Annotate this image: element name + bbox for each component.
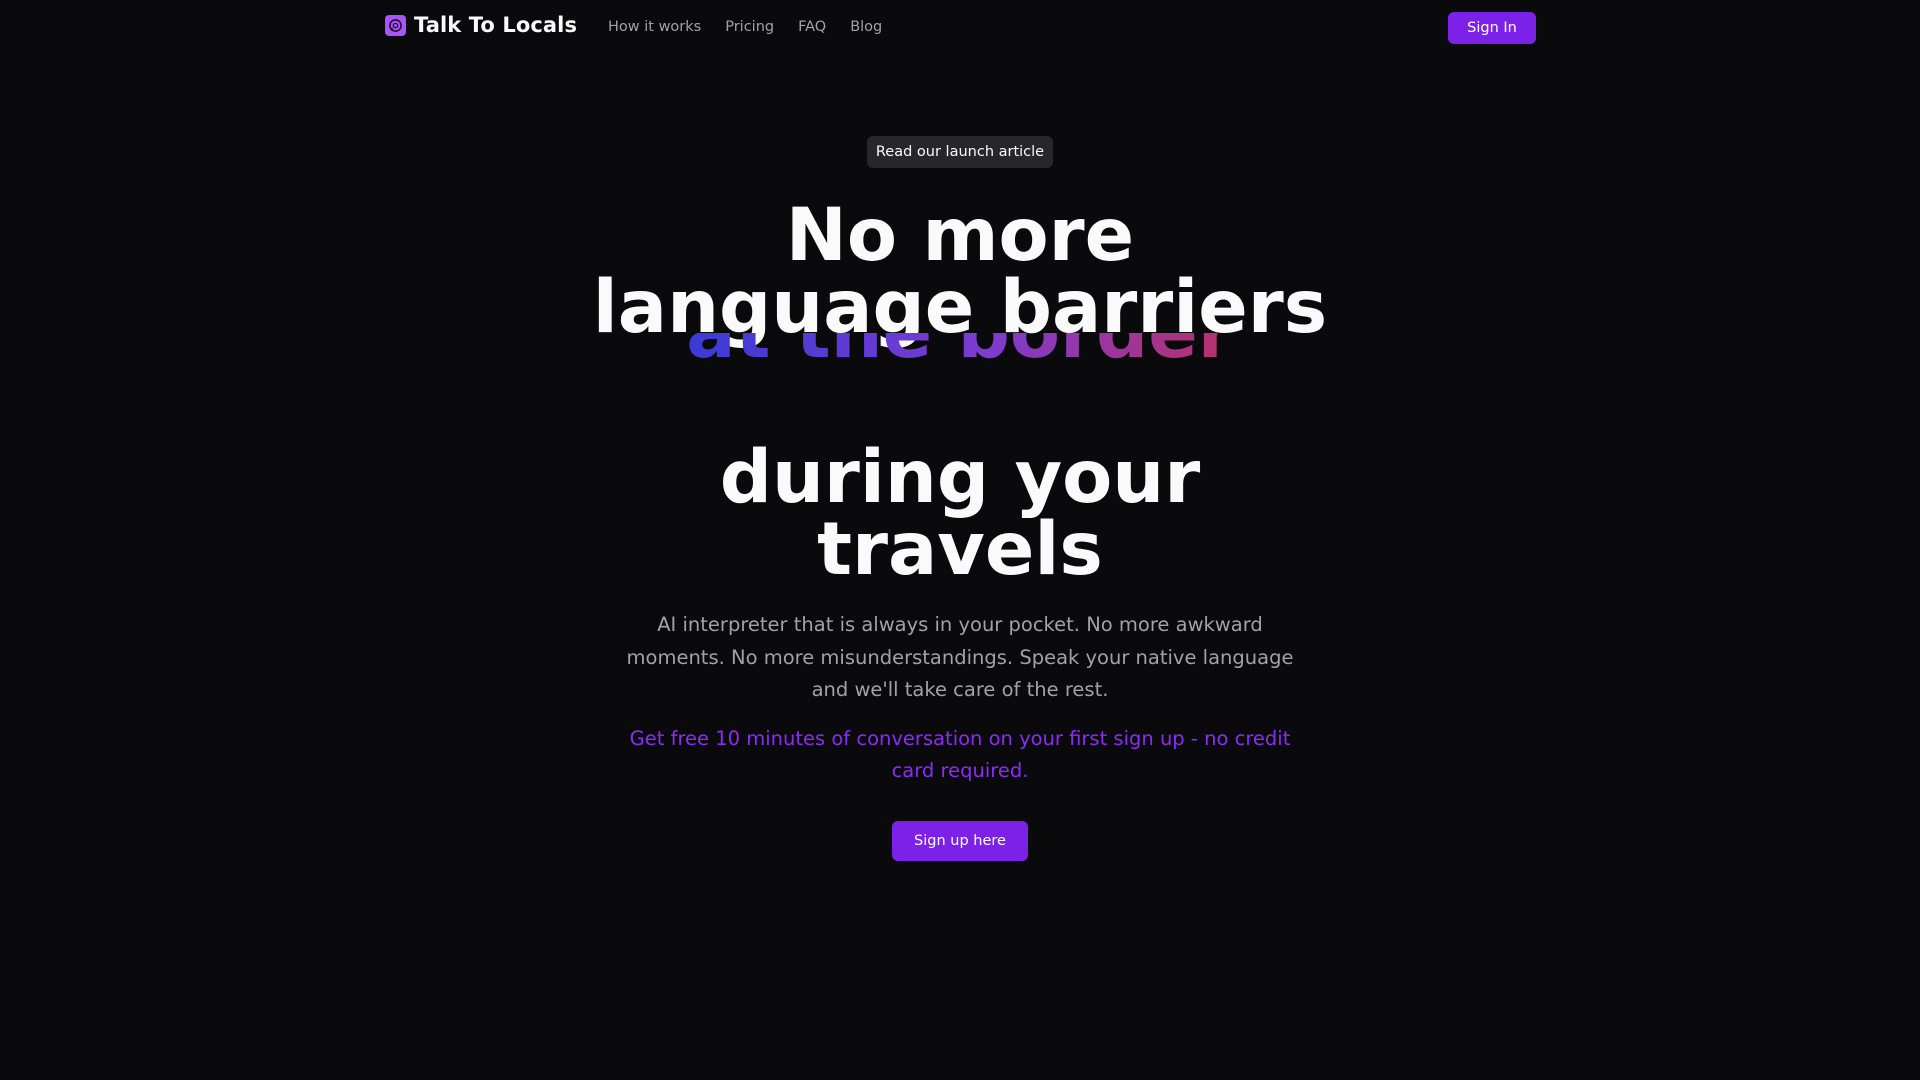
sign-in-button[interactable]: Sign In [1448,12,1536,44]
sign-up-button[interactable]: Sign up here [892,821,1028,861]
top-nav: Talk To Locals How it works Pricing FAQ … [0,0,1920,56]
headline-rotator: at the border [0,333,1920,373]
nav-link-how-it-works[interactable]: How it works [608,19,701,35]
nav-links: How it works Pricing FAQ Blog [608,19,882,35]
brand-name: Talk To Locals [414,13,578,37]
nav-link-blog[interactable]: Blog [850,19,882,35]
nav-link-faq[interactable]: FAQ [798,19,826,35]
headline-line-4: during your [719,435,1201,520]
brand-logo-link[interactable]: Talk To Locals [385,13,577,37]
hero-description: AI interpreter that is always in your po… [626,613,1294,701]
headline-line-5: travels [817,507,1103,592]
headline-line-1: No more [785,193,1135,278]
nav-link-pricing[interactable]: Pricing [725,19,774,35]
launch-article-badge[interactable]: Read our launch article [867,136,1053,168]
free-minutes-promo: Get free 10 minutes of conversation on y… [629,727,1291,782]
globe-chat-icon [385,14,406,36]
rotating-phrase: at the border [686,333,1234,369]
